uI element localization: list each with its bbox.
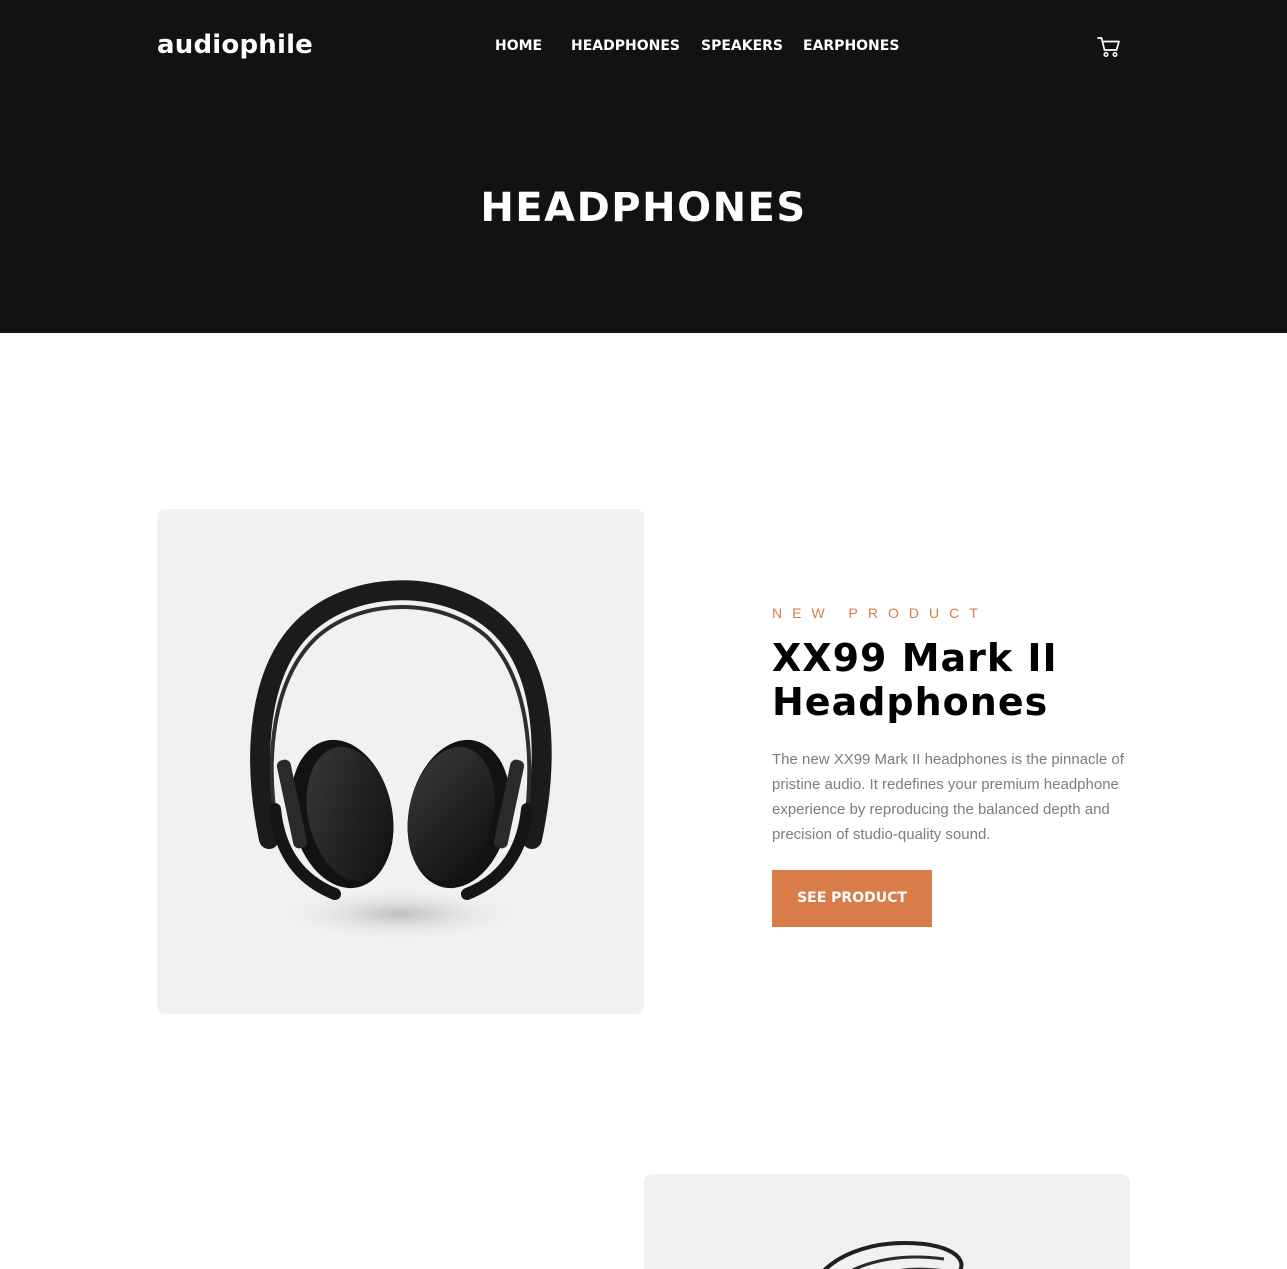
product-overline: NEW PRODUCT (772, 605, 988, 621)
nav-item-speakers[interactable]: SPEAKERS (701, 38, 783, 54)
site-header: audiophile HOME HEADPHONES SPEAKERS EARP… (0, 0, 1287, 333)
page-title: HEADPHONES (480, 185, 807, 231)
logo[interactable]: audiophile (157, 30, 313, 60)
nav-item-earphones[interactable]: EARPHONES (803, 38, 899, 54)
headphones-image (250, 580, 552, 942)
nav-item-headphones[interactable]: HEADPHONES (571, 38, 680, 54)
headphones-image (822, 1241, 964, 1269)
product-title: XX99 Mark II Headphones (772, 636, 1152, 724)
nav-item-home[interactable]: HOME (495, 38, 542, 54)
product-image-card-2 (644, 1174, 1130, 1269)
cart-icon[interactable] (1097, 36, 1121, 58)
product-title-line2: Headphones (772, 680, 1049, 724)
product-title-line1: XX99 Mark II (772, 636, 1058, 680)
product-image-card (157, 509, 644, 1014)
see-product-button[interactable]: SEE PRODUCT (772, 870, 932, 927)
product-description: The new XX99 Mark II headphones is the p… (772, 751, 1124, 843)
